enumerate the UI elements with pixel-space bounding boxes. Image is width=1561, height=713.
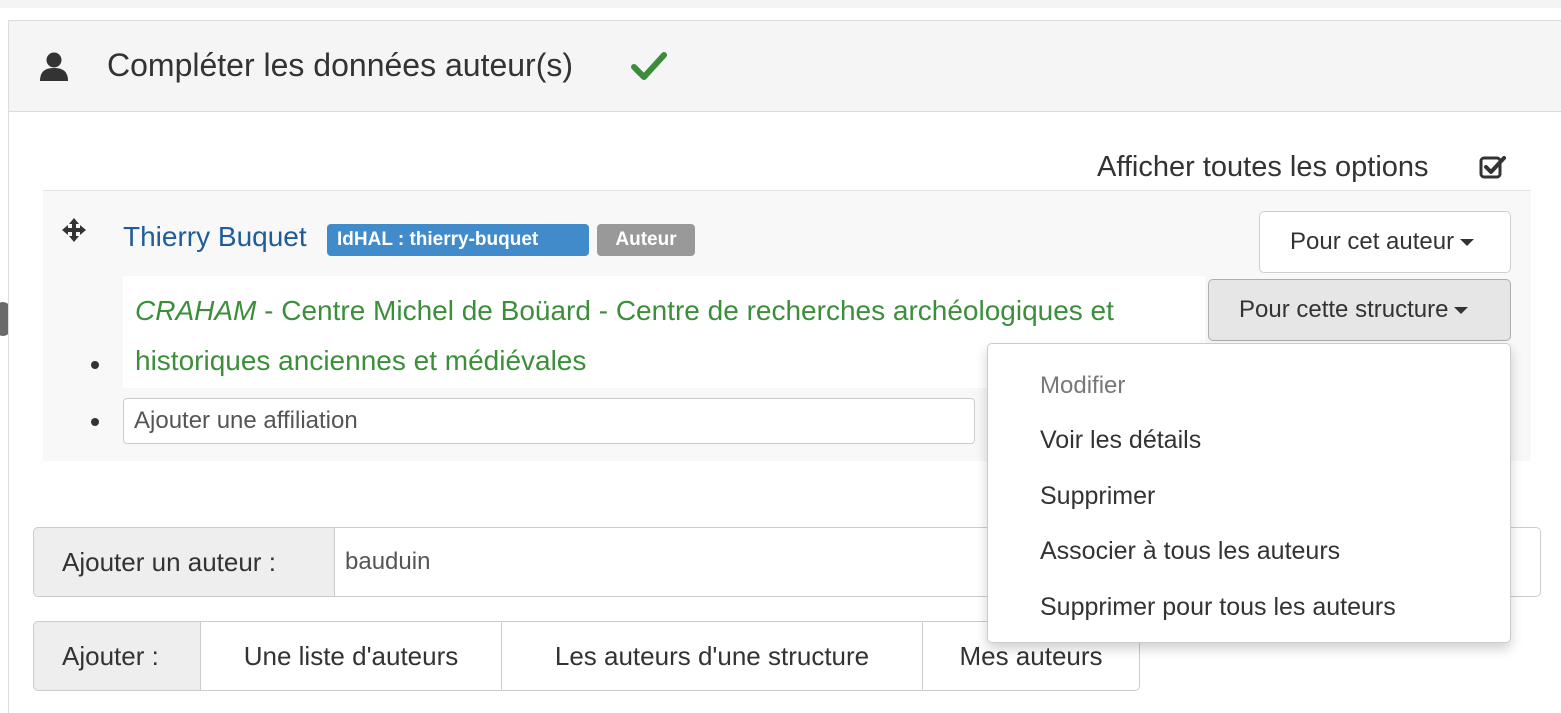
structure-actions-button[interactable]: Pour cette structure [1208,279,1511,341]
list-bullet [91,418,99,426]
author-actions-label: Pour cet auteur [1290,228,1455,255]
menu-header: Modifier [1040,372,1126,399]
structure-dropdown-menu: Modifier Voir les détails Supprimer Asso… [987,343,1511,643]
menu-item-delete[interactable]: Supprimer [1040,482,1155,511]
affiliation-name[interactable]: CRAHAM - Centre Michel de Boüard - Centr… [135,295,1114,327]
panel-title: Compléter les données auteur(s) [107,47,574,83]
affiliation-name-line2[interactable]: historiques anciennes et médiévales [135,345,586,377]
add-author-label: Ajouter un auteur : [33,527,335,597]
menu-item-view-details[interactable]: Voir les détails [1040,426,1201,455]
show-all-options-link[interactable]: Afficher toutes les options [1097,151,1429,184]
caret-down-icon [1454,307,1469,315]
caret-down-icon [1460,239,1475,247]
list-bullet [91,361,99,369]
menu-item-associate-all[interactable]: Associer à tous les auteurs [1040,537,1340,566]
role-badge: Auteur [597,224,695,256]
add-author-list-button[interactable]: Une liste d'auteurs [200,621,502,691]
authors-panel: Compléter les données auteur(s) Afficher… [8,20,1561,713]
add-affiliation-input[interactable] [123,398,975,444]
check-square-icon[interactable] [1479,154,1506,181]
top-strip [0,0,1561,8]
affiliation-acronym: CRAHAM [135,295,257,326]
user-icon [40,52,68,81]
menu-item-delete-all[interactable]: Supprimer pour tous les auteurs [1040,593,1396,622]
add-structure-authors-button[interactable]: Les auteurs d'une structure [501,621,923,691]
author-actions-button[interactable]: Pour cet auteur [1259,211,1511,273]
idhal-badge: IdHAL : thierry-buquet [327,224,589,256]
affiliation-name-line1: - Centre Michel de Boüard - Centre de re… [256,295,1114,326]
check-icon [631,52,667,80]
move-icon[interactable] [61,217,87,243]
panel-heading: Compléter les données auteur(s) [9,21,1561,112]
add-label: Ajouter : [33,621,201,691]
structure-actions-label: Pour cette structure [1239,296,1449,323]
author-name-link[interactable]: Thierry Buquet [123,221,307,253]
